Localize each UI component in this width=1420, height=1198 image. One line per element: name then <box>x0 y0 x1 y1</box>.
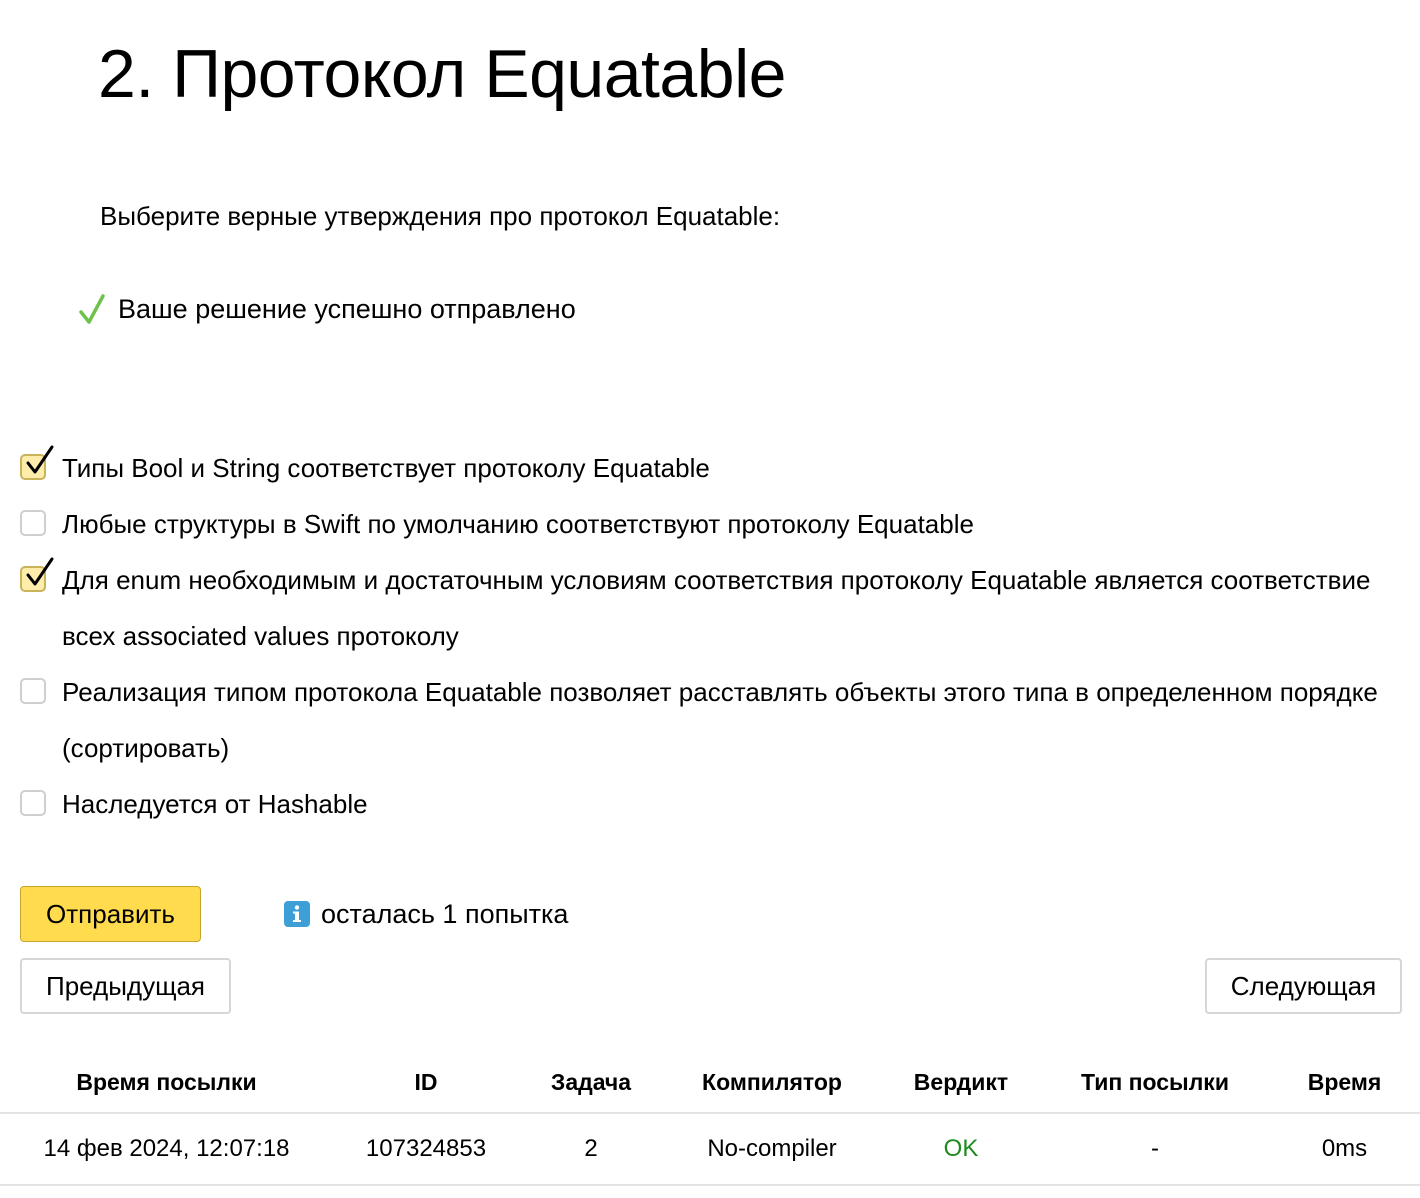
option-5[interactable]: Наследуется от Hashable <box>20 776 1410 832</box>
option-1-checkbox[interactable] <box>20 445 54 480</box>
option-5-label: Наследуется от Hashable <box>62 789 368 819</box>
option-1-label: Типы Bool и String соответствует протоко… <box>62 453 710 483</box>
column-header-submission-time: Время посылки <box>76 1068 257 1095</box>
checkmark-icon <box>26 445 54 474</box>
submit-button[interactable]: Отправить <box>20 886 201 942</box>
option-3-checkbox[interactable] <box>20 557 54 592</box>
success-message-text: Ваше решение успешно отправлено <box>118 294 576 324</box>
option-4-checkbox[interactable] <box>20 678 46 704</box>
attempts-text: осталась 1 попытка <box>321 898 569 929</box>
cell-submission-time: 14 фев 2024, 12:07:18 <box>43 1135 290 1162</box>
success-check-icon <box>79 294 105 324</box>
previous-button[interactable]: Предыдущая <box>20 958 231 1014</box>
column-header-time: Время <box>1307 1068 1382 1095</box>
attempts-info: осталась 1 попытка <box>283 899 568 930</box>
option-5-checkbox[interactable] <box>20 790 46 816</box>
column-header-task: Задача <box>550 1068 632 1095</box>
answer-options: Типы Bool и String соответствует протоко… <box>20 440 1410 832</box>
table-header-row: Время посылки ID Задача Компилятор Верди… <box>0 1052 1420 1113</box>
success-message: Ваше решение успешно отправлено <box>78 292 576 326</box>
option-3-label: Для enum необходимым и достаточным услов… <box>62 565 1371 651</box>
table-row: 14 фев 2024, 12:07:18 107324853 2 No-com… <box>0 1113 1420 1185</box>
option-2[interactable]: Любые структуры в Swift по умолчанию соо… <box>20 496 1410 552</box>
column-header-submission-type: Тип посылки <box>1081 1068 1229 1095</box>
next-button[interactable]: Следующая <box>1205 958 1402 1014</box>
submit-row: Отправить осталась 1 попытка <box>20 886 568 942</box>
cell-submission-type: - <box>1151 1135 1159 1162</box>
cell-task: 2 <box>584 1135 598 1162</box>
column-header-id: ID <box>414 1068 438 1095</box>
page-title: 2. Протокол Equatable <box>98 36 787 112</box>
info-icon <box>284 901 310 927</box>
option-1[interactable]: Типы Bool и String соответствует протоко… <box>20 440 1410 496</box>
option-2-label: Любые структуры в Swift по умолчанию соо… <box>62 509 974 539</box>
cell-compiler: No-compiler <box>707 1135 837 1162</box>
column-header-compiler: Компилятор <box>702 1068 842 1095</box>
option-4-label: Реализация типом протокола Equatable поз… <box>62 677 1378 763</box>
submissions-table: Время посылки ID Задача Компилятор Верди… <box>0 1052 1420 1186</box>
option-2-checkbox[interactable] <box>20 510 46 536</box>
checkmark-icon <box>26 557 54 586</box>
option-3[interactable]: Для enum необходимым и достаточным услов… <box>20 552 1410 664</box>
question-text: Выберите верные утверждения про протокол… <box>100 201 781 231</box>
cell-duration: 0ms <box>1321 1135 1368 1162</box>
column-header-verdict: Вердикт <box>913 1068 1009 1095</box>
cell-verdict: OK <box>943 1135 979 1162</box>
option-4[interactable]: Реализация типом протокола Equatable поз… <box>20 664 1410 776</box>
cell-id: 107324853 <box>365 1135 487 1162</box>
